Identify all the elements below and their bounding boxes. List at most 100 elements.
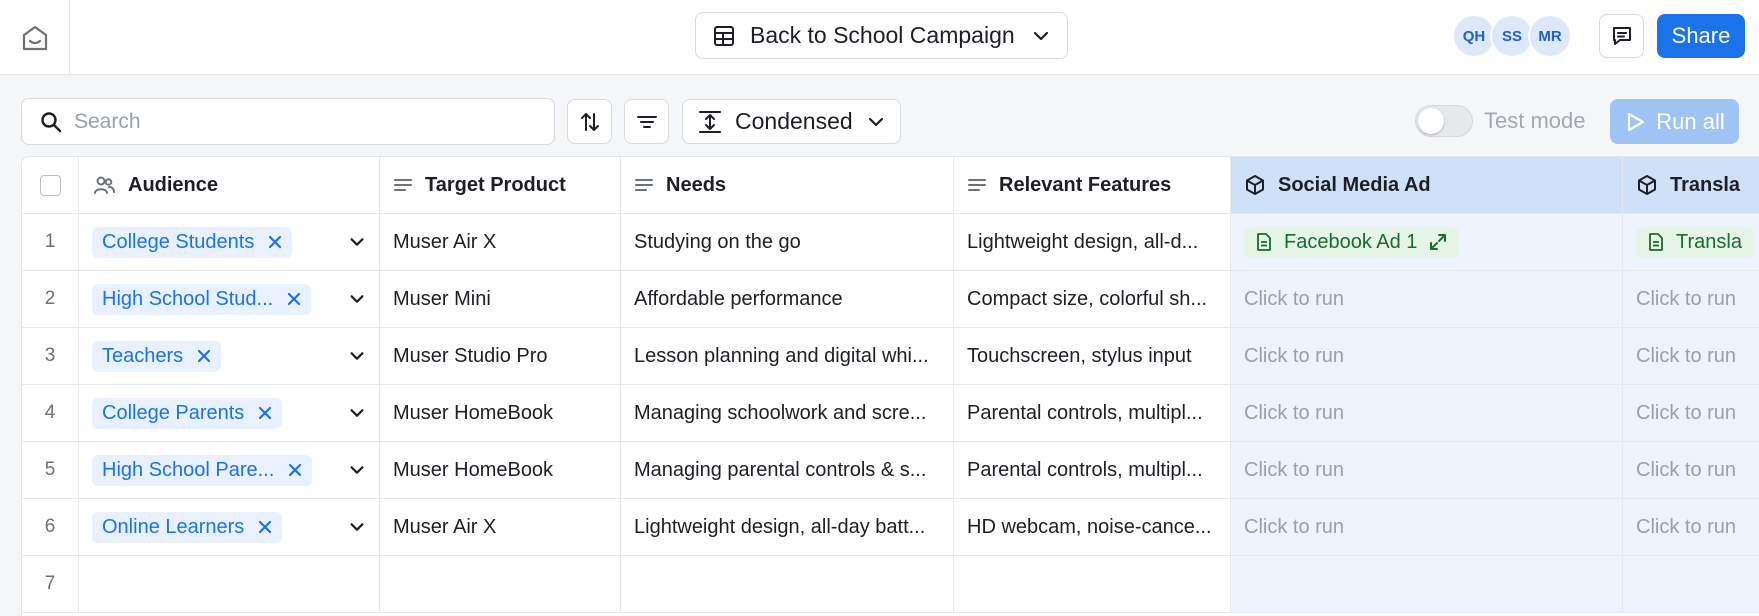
relevant-features-cell[interactable]: HD webcam, noise-cance... [954, 499, 1231, 556]
close-icon[interactable] [288, 463, 302, 477]
toggle-knob [1418, 108, 1444, 134]
table-row: 3 Teachers Muser Studio Pro Lesson plann… [22, 328, 1759, 385]
translation-cell[interactable]: Transla [1623, 214, 1759, 271]
expand-icon[interactable] [1429, 233, 1447, 251]
home-button[interactable] [0, 0, 70, 75]
column-header-translation[interactable]: Transla [1623, 157, 1759, 214]
target-product-cell[interactable] [380, 556, 621, 613]
column-header-needs[interactable]: Needs [621, 157, 954, 214]
audience-cell[interactable]: College Parents [79, 385, 380, 442]
column-header-social-media-ad[interactable]: Social Media Ad [1231, 157, 1623, 214]
cell-text: Muser Air X [393, 230, 497, 253]
translation-cell[interactable]: Click to run [1623, 442, 1759, 499]
column-header-target-product[interactable]: Target Product [380, 157, 621, 214]
result-chip-label: Transla [1676, 230, 1742, 253]
social-media-ad-cell[interactable]: Click to run [1231, 442, 1623, 499]
social-media-ad-cell[interactable]: Click to run [1231, 499, 1623, 556]
filter-button[interactable] [624, 99, 669, 144]
translation-cell[interactable] [1623, 556, 1759, 613]
test-mode-toggle[interactable] [1415, 105, 1473, 137]
document-icon [1648, 233, 1664, 251]
audience-cell[interactable]: High School Pare... [79, 442, 380, 499]
audience-tag-label: Online Learners [102, 515, 245, 538]
chevron-down-icon[interactable] [348, 461, 366, 479]
column-header-label: Social Media Ad [1278, 173, 1431, 196]
target-product-cell[interactable]: Muser HomeBook [380, 442, 621, 499]
needs-cell[interactable]: Managing schoolwork and scre... [621, 385, 954, 442]
avatar[interactable]: MR [1528, 14, 1572, 58]
translation-cell[interactable]: Click to run [1623, 385, 1759, 442]
social-media-ad-cell[interactable]: Click to run [1231, 271, 1623, 328]
chevron-down-icon[interactable] [348, 347, 366, 365]
run-all-button[interactable]: Run all [1610, 99, 1739, 144]
relevant-features-cell[interactable]: Lightweight design, all-d... [954, 214, 1231, 271]
relevant-features-cell[interactable] [954, 556, 1231, 613]
relevant-features-cell[interactable]: Compact size, colorful sh... [954, 271, 1231, 328]
needs-cell[interactable]: Managing parental controls & s... [621, 442, 954, 499]
row-density-dropdown[interactable]: Condensed [682, 99, 901, 144]
chevron-down-icon[interactable] [348, 404, 366, 422]
result-chip[interactable]: Facebook Ad 1 [1244, 226, 1460, 258]
document-icon [1256, 233, 1272, 251]
social-media-ad-cell[interactable]: Facebook Ad 1 [1231, 214, 1623, 271]
audience-cell[interactable]: Teachers [79, 328, 380, 385]
audience-cell[interactable]: College Students [79, 214, 380, 271]
target-product-cell[interactable]: Muser HomeBook [380, 385, 621, 442]
social-media-ad-cell[interactable]: Click to run [1231, 385, 1623, 442]
close-icon[interactable] [258, 520, 272, 534]
translation-cell[interactable]: Click to run [1623, 328, 1759, 385]
audience-cell[interactable]: High School Stud... [79, 271, 380, 328]
comments-button[interactable] [1599, 14, 1644, 58]
audience-tag: High School Stud... [92, 283, 312, 315]
column-header-label: Target Product [425, 173, 566, 196]
cube-icon [1244, 174, 1266, 196]
collaborator-avatars: QH SS MR [1452, 14, 1572, 58]
row-number: 2 [22, 271, 79, 328]
cell-text: Studying on the go [634, 230, 801, 253]
close-icon[interactable] [197, 349, 211, 363]
needs-cell[interactable]: Studying on the go [621, 214, 954, 271]
search-input[interactable] [74, 109, 536, 134]
close-icon[interactable] [287, 292, 301, 306]
chevron-down-icon[interactable] [348, 290, 366, 308]
document-title: Back to School Campaign [750, 22, 1015, 48]
chevron-down-icon[interactable] [348, 233, 366, 251]
target-product-cell[interactable]: Muser Studio Pro [380, 328, 621, 385]
cell-text: Managing schoolwork and scre... [634, 401, 927, 424]
needs-cell[interactable]: Lightweight design, all-day batt... [621, 499, 954, 556]
close-icon[interactable] [258, 406, 272, 420]
relevant-features-cell[interactable]: Touchscreen, stylus input [954, 328, 1231, 385]
relevant-features-cell[interactable]: Parental controls, multipl... [954, 442, 1231, 499]
translation-cell[interactable]: Click to run [1623, 499, 1759, 556]
close-icon[interactable] [268, 235, 282, 249]
social-media-ad-cell[interactable] [1231, 556, 1623, 613]
select-all-checkbox[interactable] [39, 174, 61, 196]
play-icon [1624, 111, 1646, 133]
text-lines-icon [634, 175, 654, 195]
audience-cell[interactable] [79, 556, 380, 613]
social-media-ad-cell[interactable]: Click to run [1231, 328, 1623, 385]
chevron-down-icon [1031, 26, 1051, 46]
share-button[interactable]: Share [1657, 14, 1745, 58]
target-product-cell[interactable]: Muser Mini [380, 271, 621, 328]
needs-cell[interactable] [621, 556, 954, 613]
target-product-cell[interactable]: Muser Air X [380, 214, 621, 271]
relevant-features-cell[interactable]: Parental controls, multipl... [954, 385, 1231, 442]
needs-cell[interactable]: Lesson planning and digital whi... [621, 328, 954, 385]
translation-cell[interactable]: Click to run [1623, 271, 1759, 328]
audience-cell[interactable]: Online Learners [79, 499, 380, 556]
document-selector[interactable]: Back to School Campaign [695, 12, 1068, 59]
filter-icon [635, 110, 659, 134]
search-box[interactable] [21, 98, 555, 145]
result-chip[interactable]: Transla [1636, 226, 1754, 258]
table-row: 1 College Students Muser Air X Studying … [22, 214, 1759, 271]
column-header-audience[interactable]: Audience [79, 157, 380, 214]
column-header-relevant-features[interactable]: Relevant Features [954, 157, 1231, 214]
audience-tag: College Students [92, 226, 293, 258]
row-height-icon [697, 109, 723, 135]
needs-cell[interactable]: Affordable performance [621, 271, 954, 328]
target-product-cell[interactable]: Muser Air X [380, 499, 621, 556]
text-lines-icon [393, 175, 413, 195]
sort-button[interactable] [567, 99, 612, 144]
chevron-down-icon[interactable] [348, 518, 366, 536]
